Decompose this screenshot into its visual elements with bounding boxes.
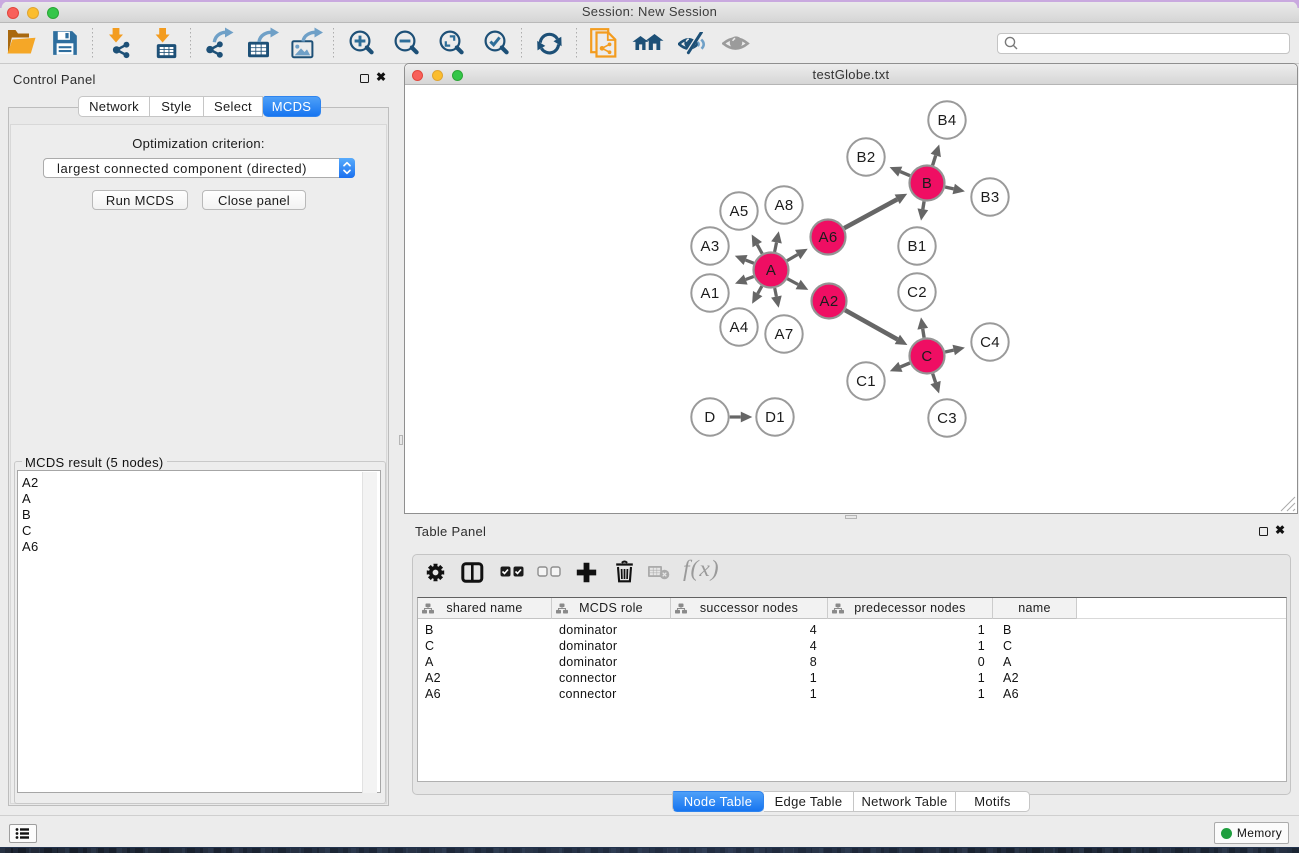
- svg-text:D: D: [704, 409, 715, 426]
- svg-text:B1: B1: [908, 238, 927, 255]
- svg-text:A4: A4: [730, 319, 749, 336]
- svg-text:A7: A7: [775, 326, 794, 343]
- svg-text:B: B: [922, 175, 932, 192]
- svg-text:C4: C4: [980, 334, 1000, 351]
- svg-text:B3: B3: [981, 189, 1000, 206]
- svg-text:A8: A8: [775, 197, 794, 214]
- svg-text:C2: C2: [907, 284, 927, 301]
- svg-text:A3: A3: [701, 238, 720, 255]
- svg-text:A2: A2: [820, 293, 839, 310]
- svg-text:C3: C3: [937, 410, 957, 427]
- svg-text:A: A: [766, 262, 776, 279]
- svg-text:C1: C1: [856, 373, 876, 390]
- svg-text:B2: B2: [857, 149, 876, 166]
- svg-text:D1: D1: [765, 409, 785, 426]
- svg-text:B4: B4: [938, 112, 957, 129]
- svg-text:A1: A1: [701, 285, 720, 302]
- svg-text:A5: A5: [730, 203, 749, 220]
- svg-text:C: C: [921, 348, 932, 365]
- svg-text:A6: A6: [819, 229, 838, 246]
